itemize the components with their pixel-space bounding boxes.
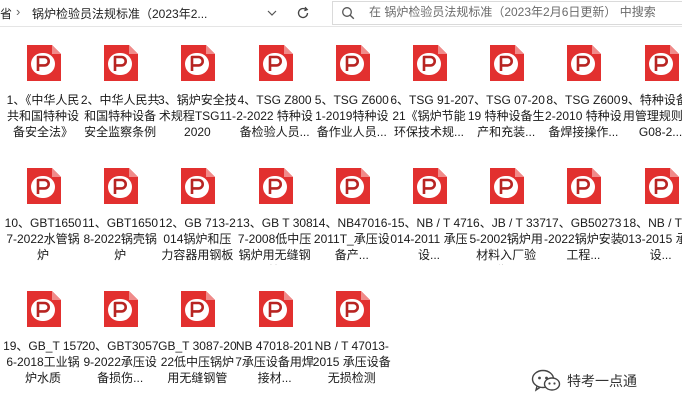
watermark-text: 特考一点通 xyxy=(567,374,637,390)
search-icon xyxy=(341,6,355,25)
pdf-file-icon xyxy=(258,291,293,327)
file-item[interactable]: 10、GBT16507-2022水管锅炉 xyxy=(3,153,83,271)
address-bar: 省 › 锅炉检验员法规标准（2023年2... xyxy=(0,0,682,27)
file-name: 13、GB T 3087-2008低中压锅炉用无缝钢管 xyxy=(236,216,313,265)
breadcrumb-current[interactable]: 锅炉检验员法规标准（2023年2... xyxy=(32,5,207,22)
file-item[interactable]: 12、GB 713-2014锅炉和压力容器用钢板 xyxy=(157,153,237,271)
pdf-file-icon xyxy=(567,45,602,81)
file-item[interactable]: 8、TSG Z6002-2010 特种设备焊接操作... xyxy=(543,30,623,148)
file-item[interactable]: 15、NB / T 47014-2011 承压设... xyxy=(389,153,469,271)
search-box[interactable] xyxy=(332,1,682,25)
file-name: 10、GBT16507-2022水管锅炉 xyxy=(4,216,82,262)
file-name: 2、中华人民共和国特种设备安全监察条例 xyxy=(80,93,160,139)
file-item[interactable]: 3、锅炉安全技术规程TSG11-2020 xyxy=(157,30,237,148)
file-name: 8、TSG Z6002-2010 特种设备焊接操作... xyxy=(545,93,622,139)
file-item[interactable]: 4、TSG Z8002-2022 特种设备检验人员... xyxy=(235,30,315,148)
file-name: 3、锅炉安全技术规程TSG11-2020 xyxy=(158,93,237,139)
file-name: 17、GB50273-2022锅炉安装工程... xyxy=(544,216,623,262)
file-item[interactable]: 6、TSG 91-2021《锅炉节能环保技术规... xyxy=(389,30,469,148)
file-item[interactable]: NB 47018-2017承压设备用焊接材... xyxy=(235,276,315,394)
pdf-file-icon xyxy=(104,291,139,327)
file-item[interactable]: 16、JB / T 3375-2002锅炉用材料入厂验收... xyxy=(466,153,546,271)
pdf-file-icon xyxy=(335,168,370,204)
file-item[interactable]: 7、TSG 07-2019 特种设备生产和充装... xyxy=(466,30,546,148)
file-name: 15、NB / T 47014-2011 承压设... xyxy=(390,216,468,262)
pdf-file-icon xyxy=(104,45,139,81)
pdf-file-icon xyxy=(258,45,293,81)
file-item[interactable]: 9、特种设备使用管理规则TSG08-2... xyxy=(621,30,682,148)
file-item[interactable]: 5、TSG Z6001-2019特种设备作业人员... xyxy=(312,30,392,148)
file-name: 7、TSG 07-2019 特种设备生产和充装... xyxy=(467,93,545,139)
pdf-file-icon xyxy=(644,45,679,81)
file-name: NB / T 47013-2015 承压设备无损检测 xyxy=(312,339,391,385)
pdf-file-icon xyxy=(490,168,525,204)
pdf-file-icon xyxy=(413,45,447,81)
pdf-file-icon xyxy=(258,168,293,204)
pdf-file-icon xyxy=(567,168,602,204)
file-item[interactable]: 19、GB_T 1576-2018工业锅炉水质 xyxy=(3,276,83,394)
chevron-right-icon[interactable]: › xyxy=(16,4,20,19)
pdf-file-icon xyxy=(490,45,525,81)
file-item[interactable]: 14、NB47016-2011T_承压设备产... xyxy=(312,153,392,271)
pdf-file-icon xyxy=(27,168,61,204)
file-name: 19、GB_T 1576-2018工业锅炉水质 xyxy=(3,339,83,385)
file-name: 4、TSG Z8002-2022 特种设备检验人员... xyxy=(236,93,313,139)
search-input[interactable] xyxy=(369,5,679,19)
file-name: GB_T 3087-2022低中压锅炉用无缝钢管 xyxy=(158,339,237,385)
file-name: 11、GBT16508-2022锅壳锅炉 xyxy=(82,216,159,262)
file-name: 18、NB / T 47013-2015 承压设... xyxy=(621,216,682,262)
file-name: 9、特种设备使用管理规则TSG08-2... xyxy=(621,93,682,139)
file-item[interactable]: GB_T 3087-2022低中压锅炉用无缝钢管 xyxy=(157,276,237,394)
refresh-icon[interactable] xyxy=(291,2,315,24)
pdf-file-icon xyxy=(27,45,61,81)
pdf-file-icon xyxy=(335,291,370,327)
file-item[interactable]: NB / T 47013-2015 承压设备无损检测 xyxy=(312,276,392,394)
file-name: 14、NB47016-2011T_承压设备产... xyxy=(312,216,392,262)
file-name: 16、JB / T 3375-2002锅炉用材料入厂验收... xyxy=(466,216,546,265)
file-item[interactable]: 11、GBT16508-2022锅壳锅炉 xyxy=(80,153,160,271)
file-item[interactable]: 17、GB50273-2022锅炉安装工程... xyxy=(543,153,623,271)
file-item[interactable]: 1、《中华人民共和国特种设备安全法》 xyxy=(3,30,83,148)
file-name: NB 47018-2017承压设备用焊接材... xyxy=(235,339,314,385)
pdf-file-icon xyxy=(644,168,679,204)
pdf-file-icon xyxy=(181,45,216,81)
pdf-file-icon xyxy=(181,291,216,327)
watermark: 特考一点通 xyxy=(531,368,637,394)
file-name: 20、GBT30579-2022承压设备损伤... xyxy=(81,339,159,385)
pdf-file-icon xyxy=(27,291,61,327)
wechat-icon xyxy=(531,369,561,392)
pdf-file-icon xyxy=(181,168,216,204)
file-name: 12、GB 713-2014锅炉和压力容器用钢板 xyxy=(159,216,236,262)
pdf-file-icon xyxy=(335,45,370,81)
file-name: 6、TSG 91-2021《锅炉节能环保技术规... xyxy=(390,93,468,139)
breadcrumb-previous[interactable]: 省 xyxy=(0,5,12,22)
file-item[interactable]: 13、GB T 3087-2008低中压锅炉用无缝钢管 xyxy=(235,153,315,271)
file-name: 5、TSG Z6001-2019特种设备作业人员... xyxy=(314,93,389,139)
pdf-file-icon xyxy=(413,168,447,204)
chevron-down-icon[interactable] xyxy=(263,2,281,24)
file-item[interactable]: 20、GBT30579-2022承压设备损伤... xyxy=(80,276,160,394)
file-item[interactable]: 2、中华人民共和国特种设备安全监察条例 xyxy=(80,30,160,148)
pdf-file-icon xyxy=(104,168,139,204)
file-name: 1、《中华人民共和国特种设备安全法》 xyxy=(6,93,80,139)
file-item[interactable]: 18、NB / T 47013-2015 承压设... xyxy=(621,153,682,271)
